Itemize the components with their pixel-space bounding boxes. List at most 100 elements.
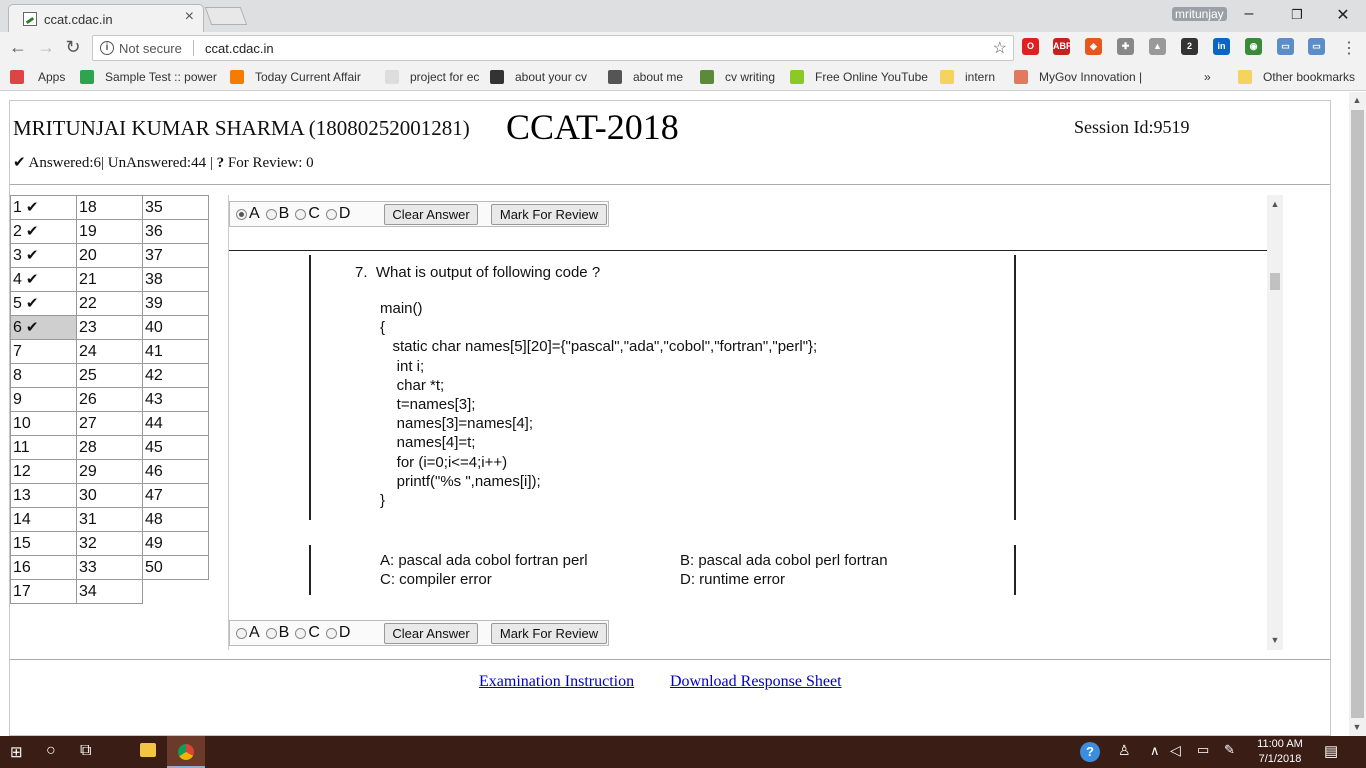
question-cell-9[interactable]: 9	[10, 387, 77, 412]
bookmark-link[interactable]: project for ec	[410, 70, 479, 84]
question-cell-16[interactable]: 16	[10, 555, 77, 580]
volume-icon[interactable]: ◁	[1170, 742, 1181, 759]
option-radio-a[interactable]	[236, 208, 247, 220]
question-cell-17[interactable]: 17	[10, 579, 77, 604]
extension-icon[interactable]: ▭	[1277, 38, 1294, 55]
question-cell-14[interactable]: 14	[10, 507, 77, 532]
question-cell-36[interactable]: 36	[142, 219, 209, 244]
question-cell-6[interactable]: 6 ✔	[10, 315, 77, 340]
notifications-icon[interactable]: ▤	[1324, 742, 1338, 760]
question-cell-3[interactable]: 3 ✔	[10, 243, 77, 268]
extension-icon[interactable]: O	[1022, 38, 1039, 55]
tray-chevron-icon[interactable]: ∧	[1150, 743, 1160, 759]
tab-close-icon[interactable]: ×	[185, 8, 194, 26]
question-cell-44[interactable]: 44	[142, 411, 209, 436]
question-cell-7[interactable]: 7	[10, 339, 77, 364]
pen-icon[interactable]: ✎	[1224, 742, 1235, 758]
question-cell-37[interactable]: 37	[142, 243, 209, 268]
question-cell-11[interactable]: 11	[10, 435, 77, 460]
question-cell-35[interactable]: 35	[142, 195, 209, 220]
bookmark-link[interactable]: Today Current Affair	[255, 70, 361, 84]
bookmark-link[interactable]: Apps	[38, 70, 65, 84]
download-response-link[interactable]: Download Response Sheet	[670, 673, 842, 691]
bookmark-link[interactable]: about your cv	[515, 70, 587, 84]
question-cell-48[interactable]: 48	[142, 507, 209, 532]
question-cell-23[interactable]: 23	[76, 315, 143, 340]
bookmark-link[interactable]: about me	[633, 70, 683, 84]
mark-review-button[interactable]: Mark For Review	[491, 204, 607, 225]
window-close-icon[interactable]: ✕	[1333, 5, 1353, 25]
extension-icon[interactable]: in	[1213, 38, 1230, 55]
option-label-a[interactable]: A	[249, 205, 260, 222]
option-label-d[interactable]: D	[339, 624, 351, 641]
search-circle-icon[interactable]: ○	[46, 742, 56, 760]
question-cell-50[interactable]: 50	[142, 555, 209, 580]
question-cell-33[interactable]: 33	[76, 555, 143, 580]
windows-start-icon[interactable]: ⊞	[10, 743, 23, 761]
question-cell-41[interactable]: 41	[142, 339, 209, 364]
question-cell-34[interactable]: 34	[76, 579, 143, 604]
url-text[interactable]: ccat.cdac.in	[205, 41, 274, 56]
question-cell-46[interactable]: 46	[142, 459, 209, 484]
profile-name[interactable]: mritunjay	[1172, 7, 1227, 21]
scroll-down-arrow-icon[interactable]: ▼	[1267, 635, 1283, 645]
back-arrow-icon[interactable]: ←	[7, 37, 29, 58]
option-radio-d[interactable]	[325, 208, 337, 220]
extension-icon[interactable]: ◉	[1245, 38, 1262, 55]
option-radio-d[interactable]	[325, 627, 337, 639]
page-scroll-up-icon[interactable]: ▲	[1349, 95, 1365, 105]
option-label-c[interactable]: C	[308, 205, 320, 222]
question-cell-40[interactable]: 40	[142, 315, 209, 340]
question-cell-18[interactable]: 18	[76, 195, 143, 220]
question-cell-13[interactable]: 13	[10, 483, 77, 508]
question-cell-19[interactable]: 19	[76, 219, 143, 244]
question-cell-15[interactable]: 15	[10, 531, 77, 556]
question-cell-43[interactable]: 43	[142, 387, 209, 412]
extension-icon[interactable]: ✚	[1117, 38, 1134, 55]
extension-icon[interactable]: ▲	[1149, 38, 1166, 55]
option-label-d[interactable]: D	[339, 205, 351, 222]
question-cell-12[interactable]: 12	[10, 459, 77, 484]
question-cell-31[interactable]: 31	[76, 507, 143, 532]
page-scroll-thumb[interactable]	[1351, 110, 1364, 718]
question-cell-8[interactable]: 8	[10, 363, 77, 388]
extension-icon[interactable]: ABP	[1053, 38, 1072, 55]
bookmark-link[interactable]: intern	[965, 70, 995, 84]
option-label-b[interactable]: B	[279, 624, 290, 641]
option-radio-b[interactable]	[265, 208, 277, 220]
help-icon[interactable]: ?	[1080, 742, 1100, 762]
restore-icon[interactable]: ❐	[1287, 7, 1307, 23]
question-cell-5[interactable]: 5 ✔	[10, 291, 77, 316]
page-scroll-down-icon[interactable]: ▼	[1349, 722, 1365, 732]
info-icon[interactable]: i	[100, 41, 114, 55]
system-clock[interactable]: 11:00 AM 7/1/2018	[1250, 737, 1310, 767]
question-cell-38[interactable]: 38	[142, 267, 209, 292]
battery-icon[interactable]: ▭	[1197, 742, 1209, 758]
option-radio-a[interactable]	[236, 627, 247, 639]
question-cell-2[interactable]: 2 ✔	[10, 219, 77, 244]
option-label-c[interactable]: C	[308, 624, 320, 641]
question-cell-1[interactable]: 1 ✔	[10, 195, 77, 220]
option-radio-c[interactable]	[295, 627, 307, 639]
clear-answer-button[interactable]: Clear Answer	[384, 204, 478, 225]
question-cell-30[interactable]: 30	[76, 483, 143, 508]
extension-icon[interactable]: ◈	[1085, 38, 1102, 55]
bookmark-link[interactable]: Free Online YouTube	[815, 70, 928, 84]
file-explorer-icon[interactable]	[140, 743, 156, 757]
question-cell-42[interactable]: 42	[142, 363, 209, 388]
question-cell-32[interactable]: 32	[76, 531, 143, 556]
page-scrollbar[interactable]: ▲ ▼	[1349, 92, 1366, 736]
question-cell-28[interactable]: 28	[76, 435, 143, 460]
menu-kebab-icon[interactable]: ⋮	[1341, 38, 1357, 58]
question-cell-27[interactable]: 27	[76, 411, 143, 436]
scroll-thumb[interactable]	[1270, 273, 1280, 290]
question-cell-25[interactable]: 25	[76, 363, 143, 388]
browser-tab[interactable]: ccat.cdac.in ×	[8, 4, 204, 32]
clear-answer-button[interactable]: Clear Answer	[384, 623, 478, 644]
question-cell-39[interactable]: 39	[142, 291, 209, 316]
bookmark-link[interactable]: MyGov Innovation |	[1039, 70, 1142, 84]
question-cell-45[interactable]: 45	[142, 435, 209, 460]
extension-icon[interactable]: ▭	[1308, 38, 1325, 55]
question-cell-21[interactable]: 21	[76, 267, 143, 292]
chrome-taskbar-button[interactable]	[167, 736, 205, 768]
